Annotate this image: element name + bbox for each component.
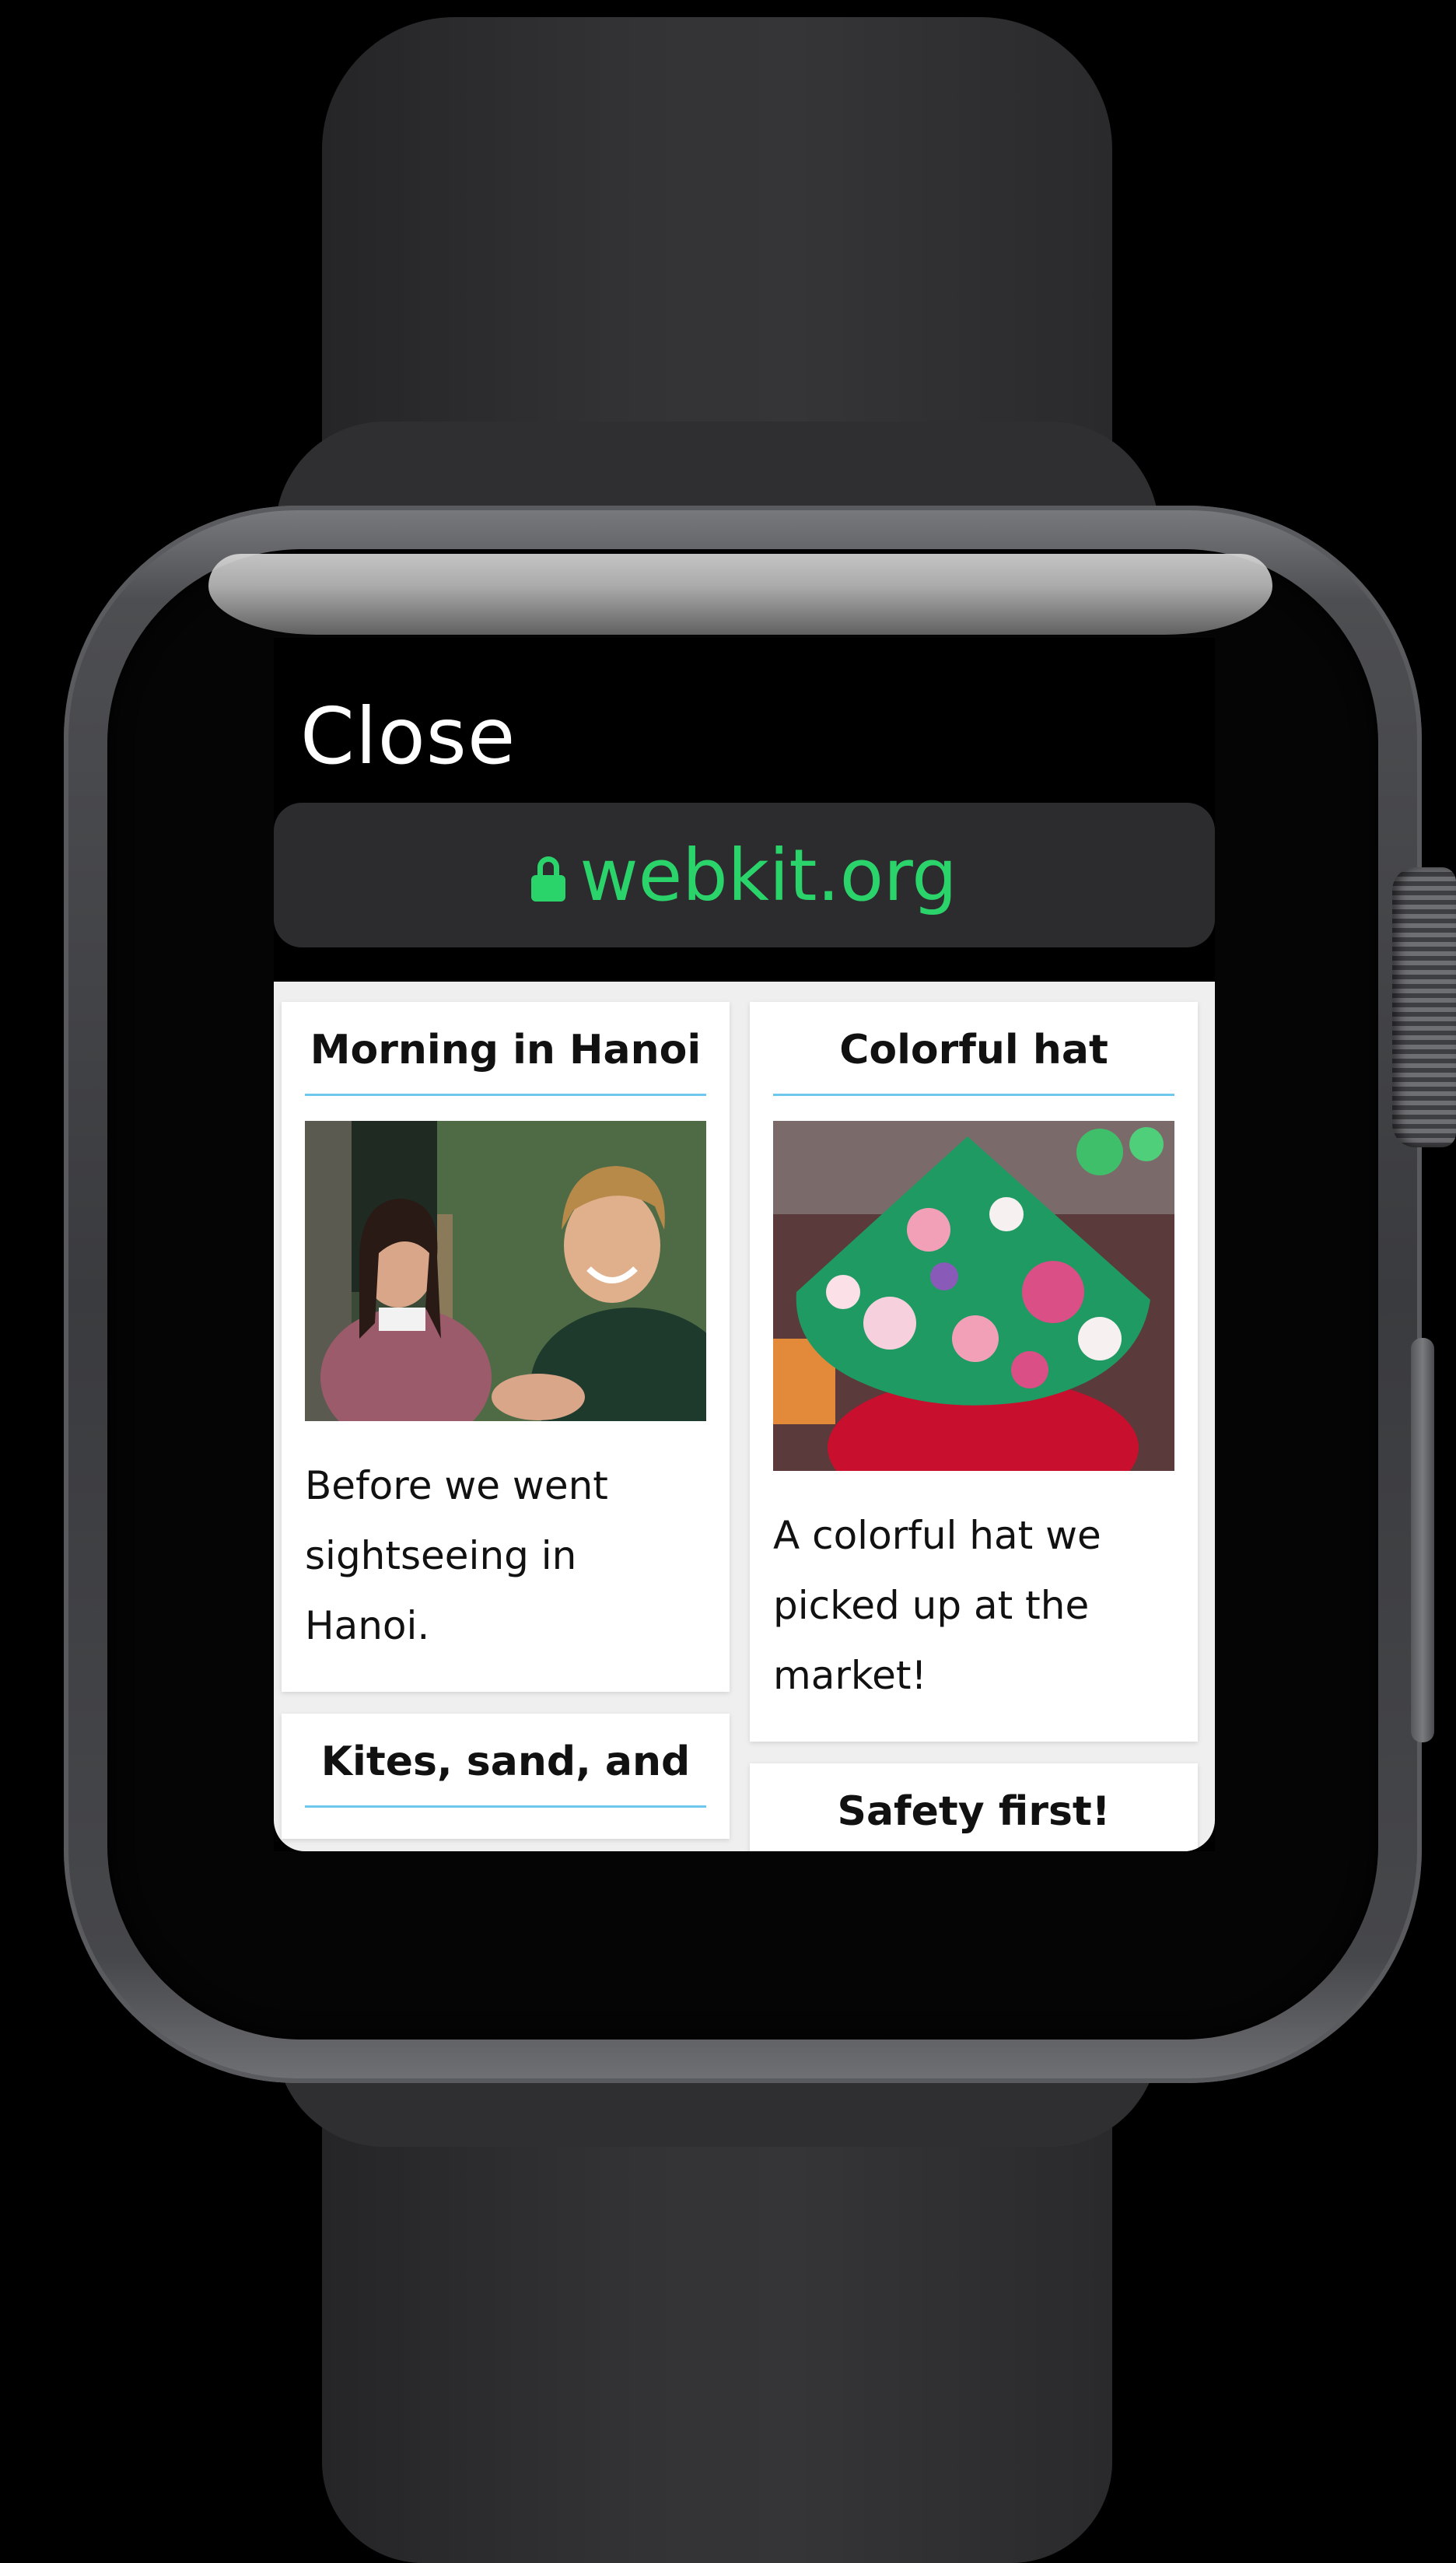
glass-reflection (208, 554, 1272, 635)
side-button[interactable] (1411, 1338, 1434, 1742)
card-kites-sand[interactable]: Kites, sand, and (282, 1714, 730, 1839)
two-people-smiling-photo[interactable] (305, 1121, 706, 1424)
card-caption: A colorful hat we picked up at the marke… (773, 1513, 1101, 1698)
watch-screen: Close webkit.org Morning in Hanoi Before… (274, 638, 1215, 1851)
floral-conical-hat-photo[interactable] (773, 1121, 1174, 1474)
card-colorful-hat[interactable]: Colorful hat A colorful hat we picked up… (750, 1002, 1198, 1742)
close-button[interactable]: Close (300, 691, 516, 782)
card-title: Colorful hat (773, 1027, 1174, 1096)
card-safety-first[interactable]: Safety first! (750, 1763, 1198, 1851)
url-bar[interactable]: webkit.org (274, 803, 1215, 947)
card-title: Safety first! (773, 1788, 1174, 1851)
card-title: Kites, sand, and (305, 1738, 706, 1808)
web-content[interactable]: Morning in Hanoi Before we went sightsee… (274, 982, 1215, 1851)
right-column: Colorful hat A colorful hat we picked up… (750, 1002, 1198, 1851)
card-caption: Before we went sightseeing in Hanoi. (305, 1463, 608, 1648)
card-title: Morning in Hanoi (305, 1027, 706, 1096)
lock-icon (531, 856, 566, 902)
url-text: webkit.org (579, 833, 957, 917)
watch-band-top (275, 17, 1159, 608)
card-morning-in-hanoi[interactable]: Morning in Hanoi Before we went sightsee… (282, 1002, 730, 1692)
left-column: Morning in Hanoi Before we went sightsee… (282, 1002, 730, 1851)
digital-crown[interactable] (1392, 867, 1456, 1147)
